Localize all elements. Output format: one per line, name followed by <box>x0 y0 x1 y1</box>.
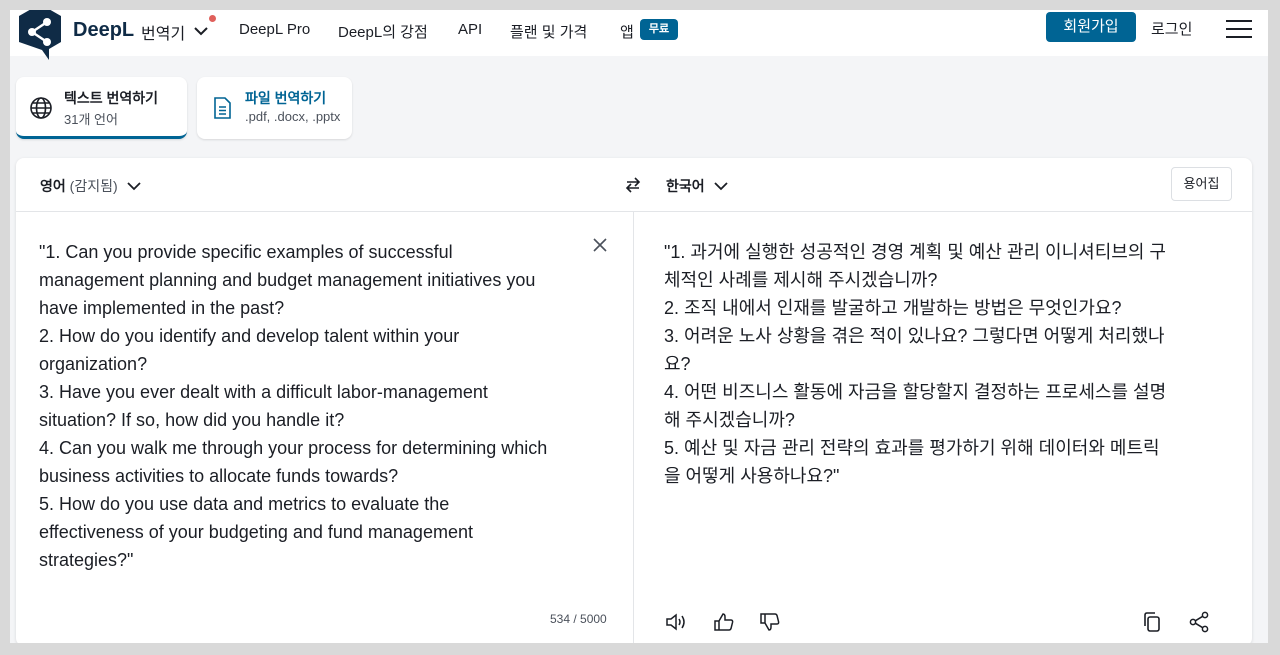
top-header: DeepL 번역기 DeepL Pro DeepL의 강점 API 플랜 및 가… <box>10 10 1268 60</box>
swap-languages-icon[interactable] <box>623 175 643 195</box>
close-icon[interactable] <box>591 236 609 254</box>
chevron-down-icon <box>713 182 728 191</box>
deepl-logo-icon[interactable] <box>16 10 64 62</box>
thumbs-up-icon[interactable] <box>712 610 736 634</box>
menu-icon[interactable] <box>1226 20 1252 40</box>
copy-icon[interactable] <box>1140 610 1164 634</box>
login-link[interactable]: 로그인 <box>1151 18 1192 39</box>
app-window: DeepL 번역기 DeepL Pro DeepL의 강점 API 플랜 및 가… <box>10 10 1268 643</box>
free-badge: 무료 <box>640 19 678 40</box>
speaker-icon[interactable] <box>664 610 688 634</box>
share-icon[interactable] <box>1187 610 1211 634</box>
brand-name[interactable]: DeepL <box>73 19 134 42</box>
notification-dot <box>209 15 216 22</box>
tab-file-translation[interactable]: 파일 번역하기 .pdf, .docx, .pptx <box>197 77 352 139</box>
source-language-select[interactable]: 영어 (감지됨) <box>40 176 142 196</box>
nav-pricing[interactable]: 플랜 및 가격 <box>510 21 587 42</box>
source-language: 영어 <box>40 178 66 194</box>
chevron-down-icon <box>126 182 141 191</box>
nav-deepl-pro[interactable]: DeepL Pro <box>239 21 310 38</box>
nav-apps[interactable]: 앱 <box>620 21 634 42</box>
detected-label: (감지됨) <box>69 178 118 194</box>
nav-strengths[interactable]: DeepL의 강점 <box>338 21 428 42</box>
product-menu[interactable]: 번역기 <box>141 20 185 44</box>
thumbs-down-icon[interactable] <box>758 610 782 634</box>
language-bar: 영어 (감지됨) 한국어 용어집 <box>16 158 1252 212</box>
tab-text-translation[interactable]: 텍스트 번역하기 31개 언어 <box>16 77 187 139</box>
translator-card: 영어 (감지됨) 한국어 용어집 "1. Can you provide spe… <box>16 158 1252 643</box>
tab-text-subtitle: 31개 언어 <box>64 112 118 127</box>
tab-file-title: 파일 번역하기 <box>245 90 327 106</box>
document-icon <box>214 97 231 119</box>
globe-icon <box>30 97 52 119</box>
tab-text-title: 텍스트 번역하기 <box>64 90 159 106</box>
target-language-select[interactable]: 한국어 <box>666 176 729 196</box>
glossary-button[interactable]: 용어집 <box>1171 167 1232 201</box>
chevron-down-icon[interactable] <box>192 22 210 40</box>
tab-file-subtitle: .pdf, .docx, .pptx <box>245 109 341 124</box>
signup-button[interactable]: 회원가입 <box>1046 12 1136 42</box>
target-language: 한국어 <box>666 178 705 194</box>
source-text-input[interactable]: "1. Can you provide specific examples of… <box>39 238 599 574</box>
translated-text-output: "1. 과거에 실행한 성공적인 경영 계획 및 예산 관리 이니셔티브의 구 … <box>664 242 1167 486</box>
character-counter: 534 / 5000 <box>550 612 607 626</box>
nav-api[interactable]: API <box>458 21 482 38</box>
panel-divider <box>633 212 634 643</box>
